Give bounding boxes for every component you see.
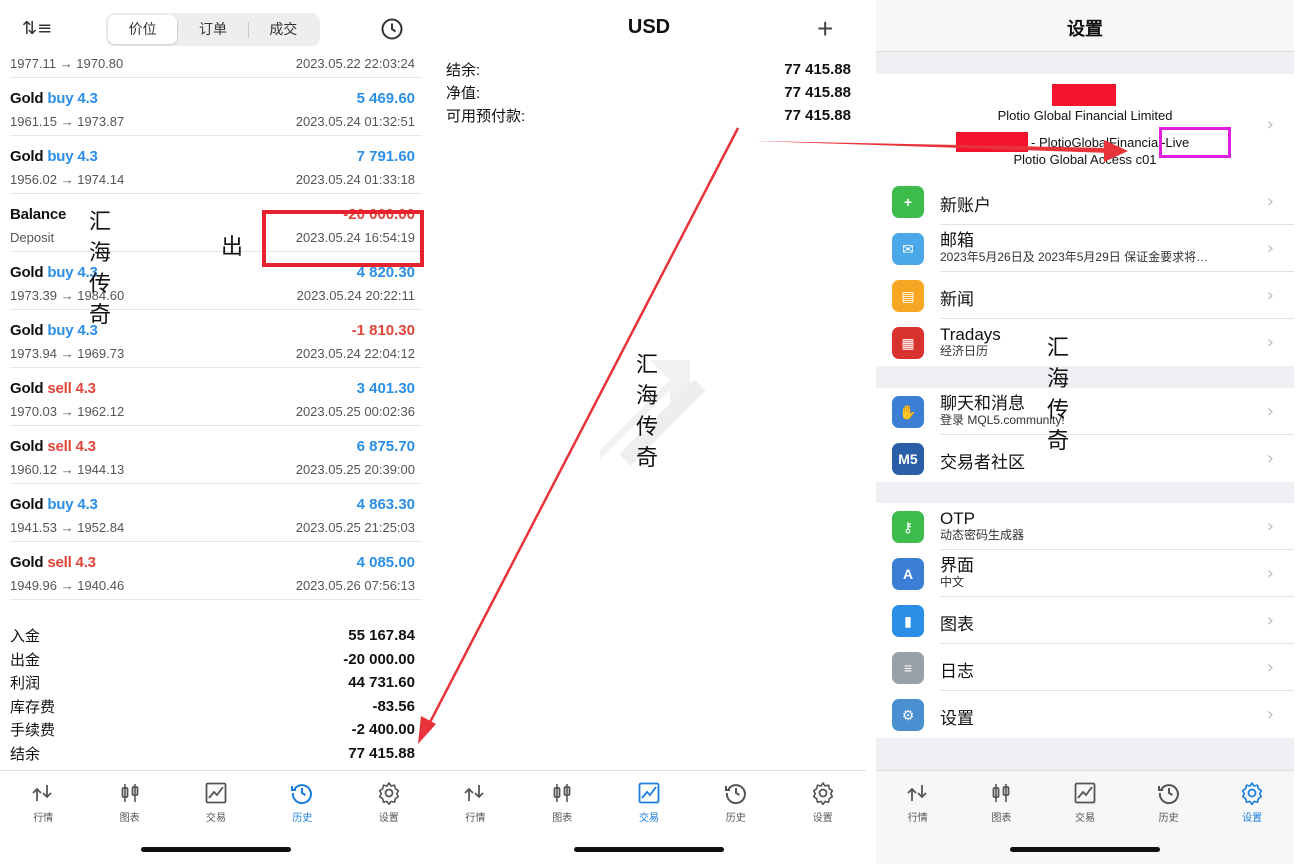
arrow-line [424,127,740,731]
arrow-line [756,141,1110,153]
arrow-head [1104,140,1128,162]
arrow-head [418,716,436,744]
annotation-arrows [418,127,1128,744]
